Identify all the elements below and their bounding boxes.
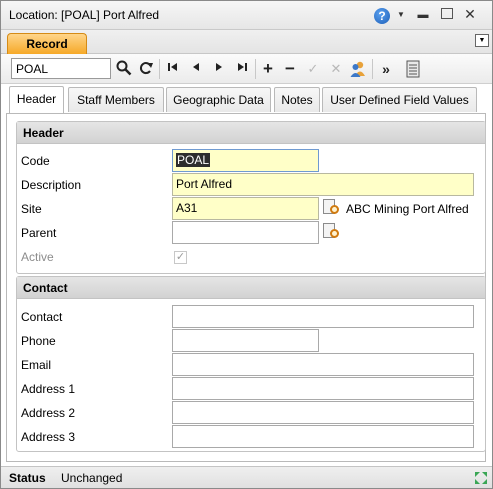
site-field[interactable]: A31 xyxy=(172,197,319,220)
toolbar-separator xyxy=(255,59,256,79)
tab-bar: Header Staff Members Geographic Data Not… xyxy=(1,84,492,114)
active-checkbox[interactable]: ✓ xyxy=(174,251,187,264)
status-bar: Status Unchanged xyxy=(1,466,492,488)
tab-header[interactable]: Header xyxy=(9,86,64,113)
expand-icon[interactable]: » xyxy=(377,60,395,78)
phone-field[interactable] xyxy=(172,329,319,352)
code-value: POAL xyxy=(176,153,211,167)
tab-geographic-data[interactable]: Geographic Data xyxy=(166,87,271,112)
contact-group-title: Contact xyxy=(17,277,485,299)
address1-field[interactable] xyxy=(172,377,474,400)
cancel-icon[interactable]: ✕ xyxy=(327,60,345,78)
toolbar-separator xyxy=(372,59,373,79)
active-label: Active xyxy=(21,250,54,264)
first-record-icon[interactable] xyxy=(164,60,182,78)
next-record-icon[interactable] xyxy=(210,60,228,78)
code-field[interactable]: POAL xyxy=(172,149,319,172)
address2-label: Address 2 xyxy=(21,406,76,420)
toolbar-separator xyxy=(159,59,160,79)
phone-label: Phone xyxy=(21,334,56,348)
contact-field[interactable] xyxy=(172,305,474,328)
parent-field[interactable] xyxy=(172,221,319,244)
address2-field[interactable] xyxy=(172,401,474,424)
address1-label: Address 1 xyxy=(21,382,76,396)
help-dropdown-icon[interactable]: ▼ xyxy=(397,10,405,19)
address3-field[interactable] xyxy=(172,425,474,448)
title-bar: Location: [POAL] Port Alfred ? ▼ ▬ ✕ xyxy=(1,1,492,30)
site-label: Site xyxy=(21,202,42,216)
toolbar: POAL + − ✓ ✕ » xyxy=(1,54,492,84)
record-tab[interactable]: Record xyxy=(7,33,87,55)
window-title: Location: [POAL] Port Alfred xyxy=(9,8,160,22)
previous-record-icon[interactable] xyxy=(187,60,205,78)
restore-icon[interactable] xyxy=(441,8,453,19)
header-group-title: Header xyxy=(17,122,485,144)
menu-dropdown-icon[interactable]: ▼ xyxy=(475,34,489,47)
users-icon[interactable] xyxy=(349,60,367,78)
site-description: ABC Mining Port Alfred xyxy=(346,202,469,216)
tab-staff-members[interactable]: Staff Members xyxy=(68,87,164,112)
resize-grip-icon[interactable] xyxy=(473,470,489,486)
notes-icon[interactable] xyxy=(404,60,422,78)
email-label: Email xyxy=(21,358,52,372)
tab-notes[interactable]: Notes xyxy=(274,87,320,112)
description-label: Description xyxy=(21,178,82,192)
address3-label: Address 3 xyxy=(21,430,76,444)
parent-lookup-icon[interactable] xyxy=(322,222,342,242)
email-field[interactable] xyxy=(172,353,474,376)
contact-label: Contact xyxy=(21,310,63,324)
ribbon-tab-strip: Record ▼ xyxy=(1,30,492,55)
tab-user-defined-field-values[interactable]: User Defined Field Values xyxy=(322,87,477,112)
add-icon[interactable]: + xyxy=(259,60,277,78)
search-icon[interactable] xyxy=(115,60,133,78)
save-icon[interactable]: ✓ xyxy=(304,60,322,78)
refresh-icon[interactable] xyxy=(137,60,155,78)
description-field[interactable]: Port Alfred xyxy=(172,173,474,196)
parent-label: Parent xyxy=(21,226,57,240)
help-icon[interactable]: ? xyxy=(374,8,390,24)
location-window: Location: [POAL] Port Alfred ? ▼ ▬ ✕ Rec… xyxy=(0,0,493,489)
close-icon[interactable]: ✕ xyxy=(463,6,477,22)
search-input[interactable]: POAL xyxy=(11,58,111,79)
delete-icon[interactable]: − xyxy=(281,60,299,78)
status-label: Status xyxy=(9,471,46,485)
code-label: Code xyxy=(21,154,50,168)
site-lookup-icon[interactable] xyxy=(322,198,342,218)
status-value: Unchanged xyxy=(61,471,123,485)
last-record-icon[interactable] xyxy=(233,60,251,78)
minimize-icon[interactable]: ▬ xyxy=(417,7,429,23)
